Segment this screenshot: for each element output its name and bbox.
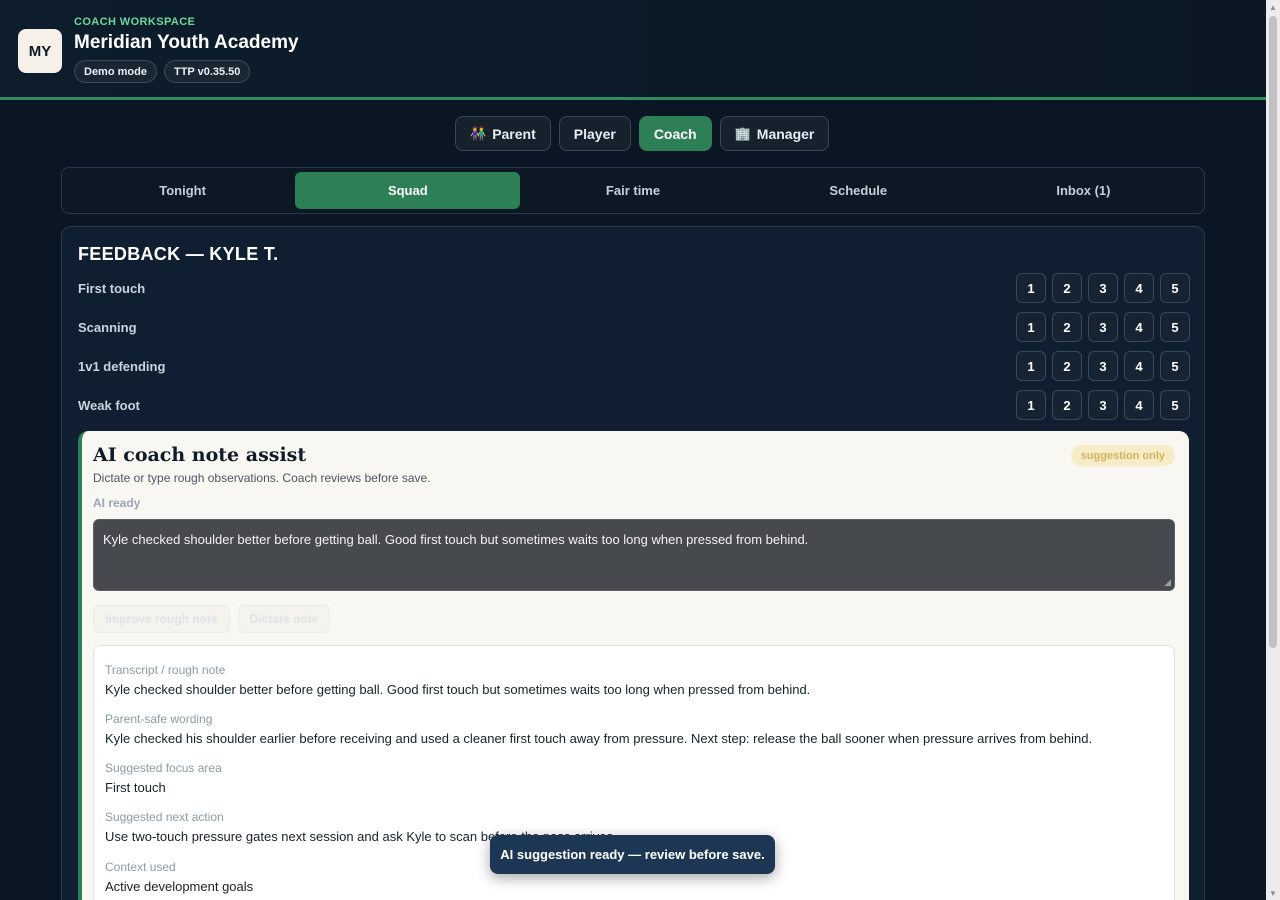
scroll-thumb[interactable] <box>1269 16 1277 648</box>
ai-note-assist-card: AI coach note assist suggestion only Dic… <box>78 431 1189 900</box>
rating-label: 1v1 defending <box>78 358 166 374</box>
role-parent-label: Parent <box>492 125 536 142</box>
rating-label: Scanning <box>78 319 137 335</box>
page-scrollbar[interactable]: ▲ ▼ <box>1266 0 1280 900</box>
rate-4-button[interactable]: 4 <box>1124 312 1154 342</box>
rating-row-first-touch: First touch 1 2 3 4 5 <box>78 273 1190 303</box>
focus-area-label: Suggested focus area <box>105 761 222 775</box>
header-badges: Demo mode TTP v0.35.50 <box>74 60 251 83</box>
role-coach-button[interactable]: Coach <box>638 116 712 151</box>
rating-label: Weak foot <box>78 397 140 413</box>
feedback-title: FEEDBACK — KYLE T. <box>78 244 279 264</box>
rough-note-textarea[interactable]: Kyle checked shoulder better before gett… <box>93 519 1175 591</box>
rating-options: 1 2 3 4 5 <box>1016 273 1190 303</box>
rate-4-button[interactable]: 4 <box>1124 390 1154 420</box>
rate-2-button[interactable]: 2 <box>1052 351 1082 381</box>
rate-4-button[interactable]: 4 <box>1124 273 1154 303</box>
tab-tonight[interactable]: Tonight <box>70 172 295 209</box>
next-action-label: Suggested next action <box>105 810 224 824</box>
parent-safe-value: Kyle checked his shoulder earlier before… <box>105 731 1093 746</box>
scroll-up-icon[interactable]: ▲ <box>1266 0 1280 14</box>
rate-1-button[interactable]: 1 <box>1016 273 1046 303</box>
tab-inbox[interactable]: Inbox (1) <box>971 172 1196 209</box>
rate-3-button[interactable]: 3 <box>1088 273 1118 303</box>
rate-1-button[interactable]: 1 <box>1016 312 1046 342</box>
rating-row-weak-foot: Weak foot 1 2 3 4 5 <box>78 390 1190 420</box>
ai-ready-toast: AI suggestion ready — review before save… <box>490 835 775 874</box>
rating-options: 1 2 3 4 5 <box>1016 312 1190 342</box>
role-switcher: 👫 Parent Player Coach 🏢 Manager <box>455 116 830 151</box>
role-manager-button[interactable]: 🏢 Manager <box>719 116 830 151</box>
role-player-button[interactable]: Player <box>558 116 631 151</box>
ai-status: AI ready <box>93 496 141 510</box>
rate-3-button[interactable]: 3 <box>1088 351 1118 381</box>
ai-assist-subtitle: Dictate or type rough observations. Coac… <box>93 471 431 485</box>
ai-assist-title: AI coach note assist <box>93 444 307 466</box>
rating-label: First touch <box>78 280 146 296</box>
transcript-label: Transcript / rough note <box>105 663 226 677</box>
rate-5-button[interactable]: 5 <box>1160 312 1190 342</box>
improve-note-button[interactable]: Improve rough note <box>93 605 230 633</box>
ai-actions: Improve rough note Dictate note <box>93 605 331 633</box>
scroll-down-icon[interactable]: ▼ <box>1266 886 1280 900</box>
org-name: Meridian Youth Academy <box>74 32 299 53</box>
tab-fair-time[interactable]: Fair time <box>520 172 745 209</box>
org-logo: MY <box>18 29 62 73</box>
rating-row-scanning: Scanning 1 2 3 4 5 <box>78 312 1190 342</box>
rate-2-button[interactable]: 2 <box>1052 390 1082 420</box>
rough-note-text: Kyle checked shoulder better before gett… <box>103 532 809 547</box>
suggestion-only-badge: suggestion only <box>1070 445 1175 466</box>
resize-handle-icon[interactable]: ◢ <box>1164 577 1171 588</box>
dictate-note-button[interactable]: Dictate note <box>237 605 331 633</box>
role-coach-label: Coach <box>653 125 697 142</box>
rate-5-button[interactable]: 5 <box>1160 351 1190 381</box>
rate-1-button[interactable]: 1 <box>1016 390 1046 420</box>
version-badge: TTP v0.35.50 <box>163 60 251 83</box>
building-icon: 🏢 <box>734 125 751 141</box>
parent-safe-label: Parent-safe wording <box>105 712 213 726</box>
rating-options: 1 2 3 4 5 <box>1016 351 1190 381</box>
rate-1-button[interactable]: 1 <box>1016 351 1046 381</box>
context-value: Active development goals <box>105 879 254 894</box>
section-tabs: Tonight Squad Fair time Schedule Inbox (… <box>61 167 1205 214</box>
context-label: Context used <box>105 860 176 874</box>
focus-area-value: First touch <box>105 780 166 795</box>
rate-2-button[interactable]: 2 <box>1052 273 1082 303</box>
role-player-label: Player <box>573 125 616 142</box>
role-parent-button[interactable]: 👫 Parent <box>455 116 551 151</box>
tab-squad[interactable]: Squad <box>295 172 521 209</box>
rate-3-button[interactable]: 3 <box>1088 390 1118 420</box>
app-header: MY COACH WORKSPACE Meridian Youth Academ… <box>0 0 1266 100</box>
people-icon: 👫 <box>470 125 487 141</box>
role-manager-label: Manager <box>756 125 815 142</box>
rating-row-1v1-defending: 1v1 defending 1 2 3 4 5 <box>78 351 1190 381</box>
rate-5-button[interactable]: 5 <box>1160 390 1190 420</box>
rating-options: 1 2 3 4 5 <box>1016 390 1190 420</box>
workspace-eyebrow: COACH WORKSPACE <box>74 16 196 28</box>
rate-5-button[interactable]: 5 <box>1160 273 1190 303</box>
rate-2-button[interactable]: 2 <box>1052 312 1082 342</box>
demo-mode-badge: Demo mode <box>74 60 157 83</box>
rate-3-button[interactable]: 3 <box>1088 312 1118 342</box>
transcript-value: Kyle checked shoulder better before gett… <box>105 682 811 697</box>
rate-4-button[interactable]: 4 <box>1124 351 1154 381</box>
feedback-panel: FEEDBACK — KYLE T. First touch 1 2 3 4 5… <box>61 226 1205 900</box>
tab-schedule[interactable]: Schedule <box>746 172 971 209</box>
